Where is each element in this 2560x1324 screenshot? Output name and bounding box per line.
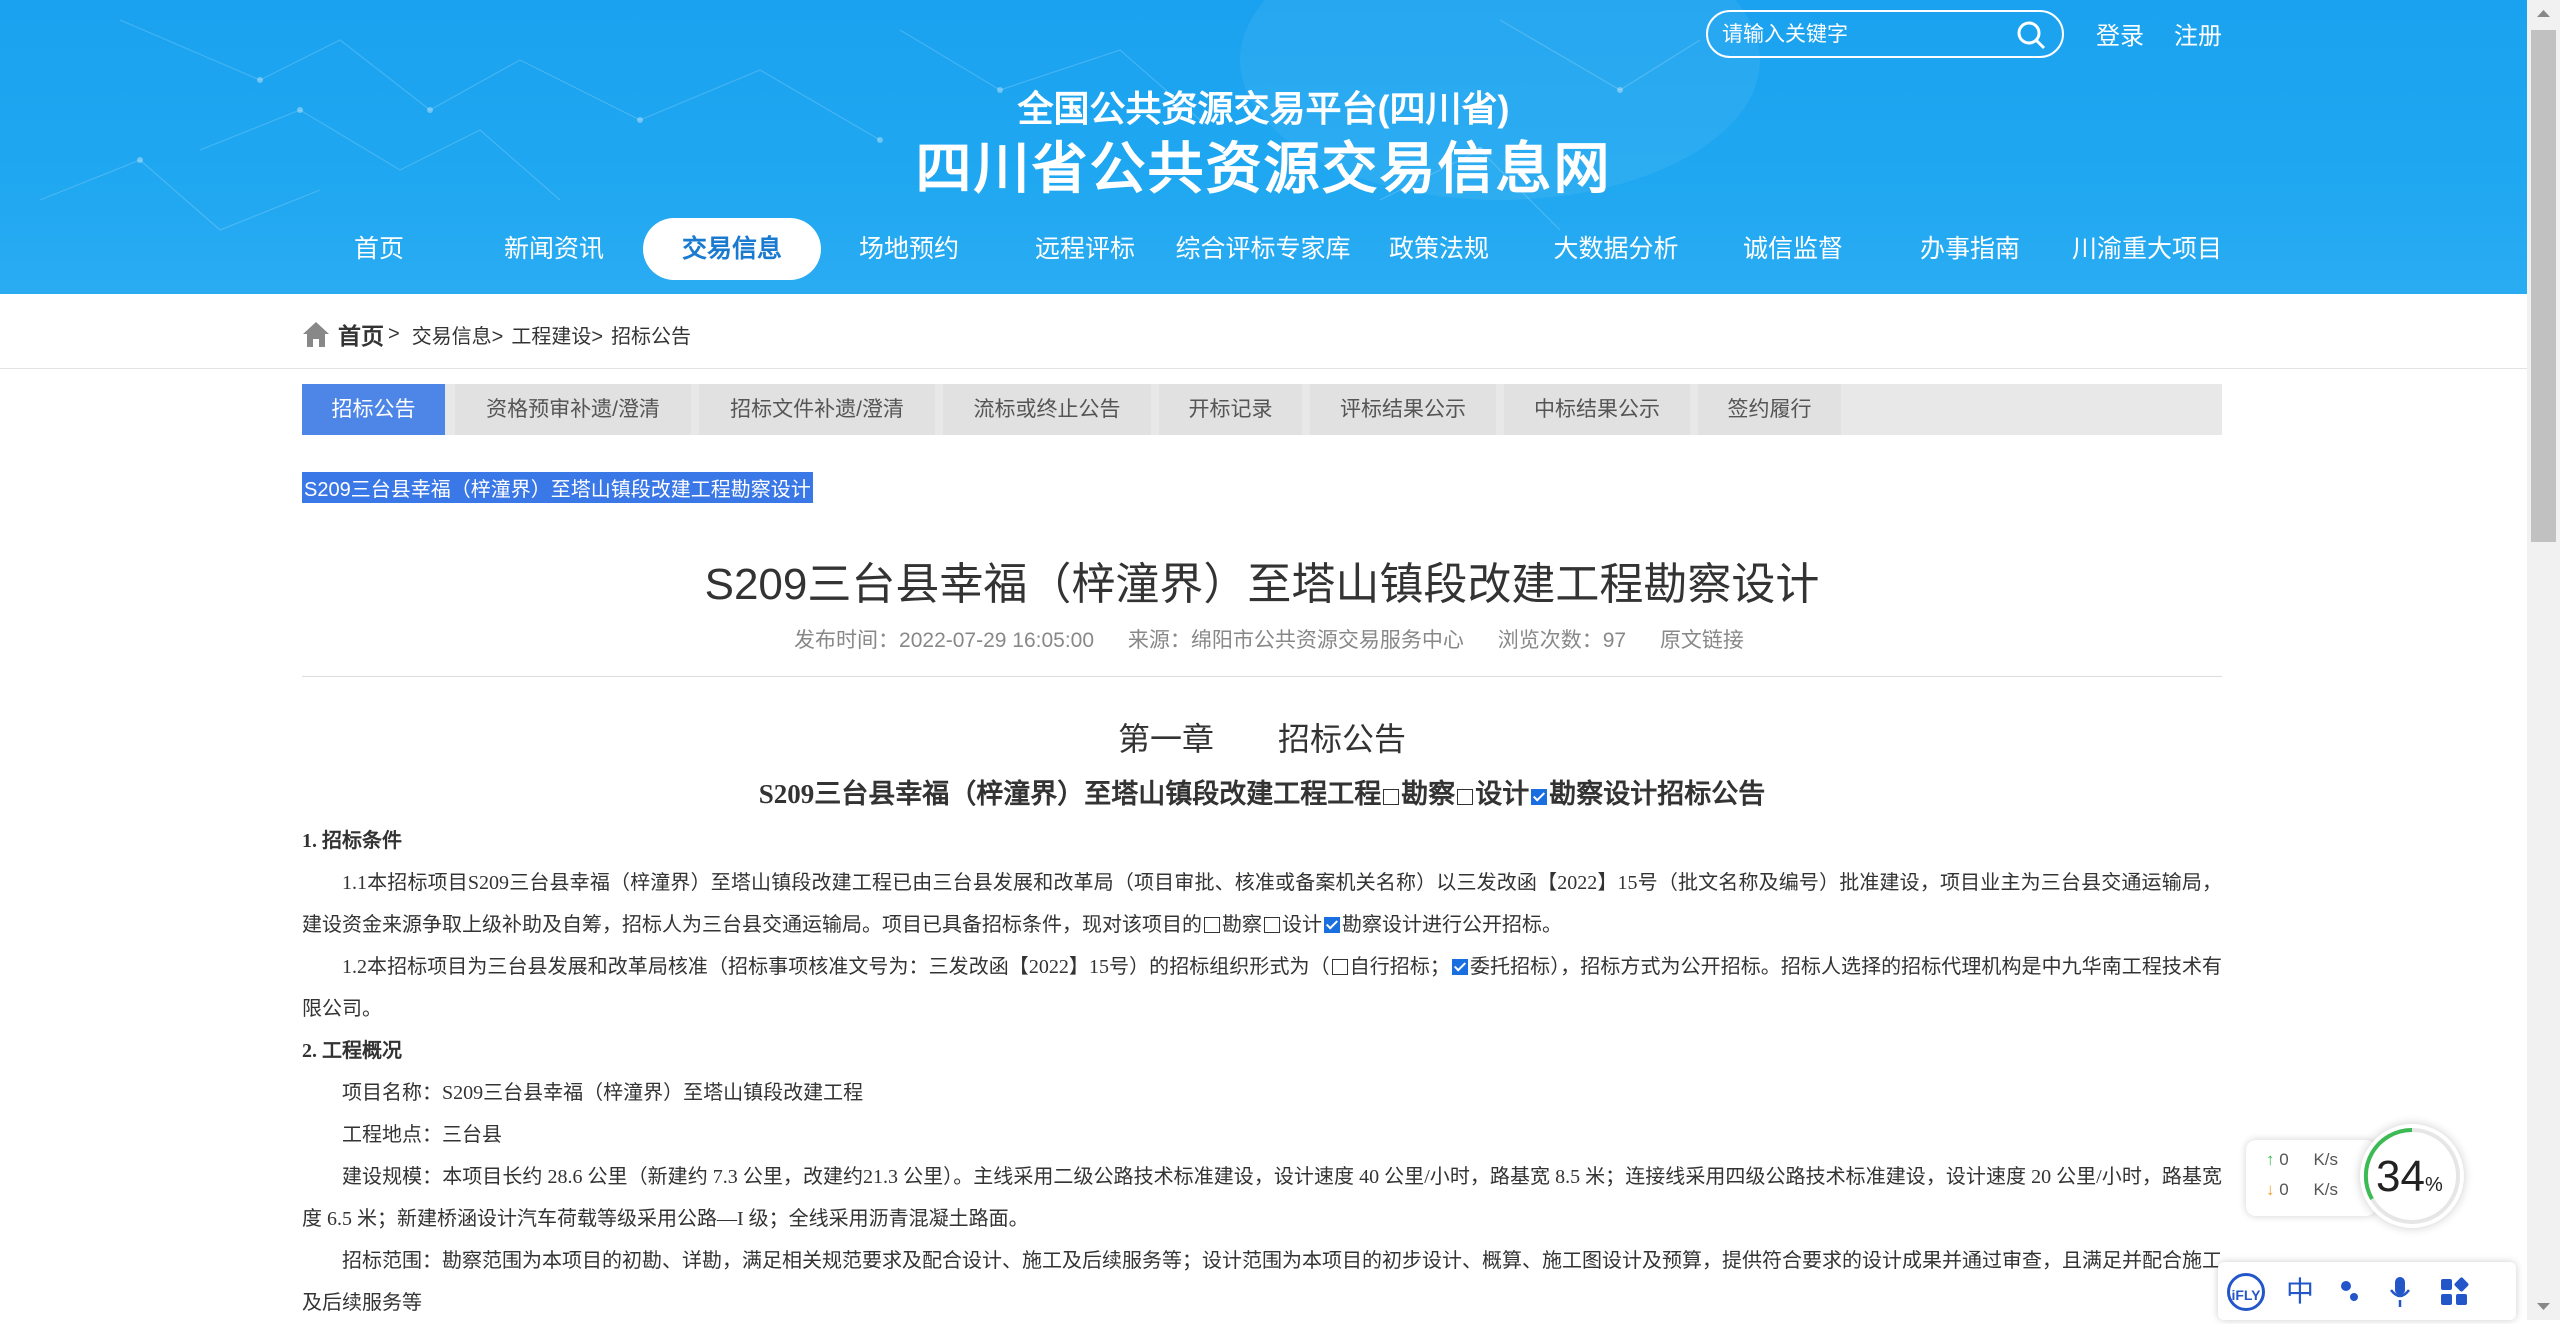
toolbox-grid-icon[interactable] xyxy=(2432,1270,2476,1314)
divider xyxy=(0,368,2527,369)
article-body: 第一章 招标公告 S209三台县幸福（梓潼界）至塔山镇段改建工程工程 勘察 设计 勘察… xyxy=(302,710,2222,1324)
checkbox-unchecked xyxy=(1204,917,1220,933)
paragraph: 1.1本招标项目S209三台县幸福（梓潼界）至塔山镇段改建工程已由三台县发展和改… xyxy=(302,872,2222,936)
breadcrumb: 首页 > 交易信息> 工程建设> 招标公告 xyxy=(302,316,691,352)
breadcrumb-separator: > xyxy=(388,322,400,345)
nav-item-venue-booking[interactable]: 场地预约 xyxy=(820,218,998,280)
tab-failed-terminated[interactable]: 流标或终止公告 xyxy=(943,384,1151,435)
nav-item-news[interactable]: 新闻资讯 xyxy=(465,218,643,280)
tab-contract-performance[interactable]: 签约履行 xyxy=(1698,384,1841,435)
chapter-heading: 第一章 招标公告 xyxy=(1117,721,1406,757)
checkbox-unchecked xyxy=(1331,959,1348,975)
article-meta: 发布时间：2022-07-29 16:05:00 来源：绵阳市公共资源交易服务中… xyxy=(302,624,2222,654)
microphone-icon[interactable] xyxy=(2378,1270,2422,1314)
checkbox-unchecked xyxy=(1264,917,1280,933)
tab-evaluation-result[interactable]: 评标结果公示 xyxy=(1310,384,1496,435)
paragraph: 1.2本招标项目为三台县发展和改革局核准（招标事项核准文号为：三发改函【2022… xyxy=(302,956,2223,1020)
breadcrumb-bid-notice[interactable]: 招标公告 xyxy=(611,320,691,349)
search-input[interactable] xyxy=(1720,20,2014,50)
nav-item-trading-info[interactable]: 交易信息 xyxy=(643,218,821,280)
upload-arrow-icon: ↑ xyxy=(2266,1150,2275,1169)
search-icon[interactable] xyxy=(2016,20,2046,50)
nav-item-home[interactable]: 首页 xyxy=(290,218,468,280)
nav-item-expert-pool[interactable]: 综合评标专家库 xyxy=(1175,218,1351,280)
site-title: 四川省公共资源交易信息网 xyxy=(915,137,1612,200)
download-arrow-icon: ↓ xyxy=(2266,1180,2275,1199)
home-icon xyxy=(303,322,329,347)
nav-item-big-data[interactable]: 大数据分析 xyxy=(1527,218,1705,280)
tab-bid-notice[interactable]: 招标公告 xyxy=(302,384,445,435)
login-link[interactable]: 登录 xyxy=(2096,16,2144,51)
paragraph: 工程地点：三台县 xyxy=(342,1124,502,1146)
nav-item-credit-supervision[interactable]: 诚信监督 xyxy=(1704,218,1882,280)
article-title: S209三台县幸福（梓潼界）至塔山镇段改建工程勘察设计 xyxy=(704,560,1820,609)
checkbox-checked xyxy=(1531,789,1548,805)
search-box[interactable] xyxy=(1706,10,2064,58)
view-count: 浏览次数：97 xyxy=(1497,629,1627,652)
nav-item-remote-evaluation[interactable]: 远程评标 xyxy=(996,218,1174,280)
divider xyxy=(302,676,2222,677)
section-heading: 2. 工程概况 xyxy=(302,1040,402,1062)
checkbox-unchecked xyxy=(1383,789,1400,805)
page-scrollbar[interactable] xyxy=(2527,0,2560,1320)
section-heading: 1. 招标条件 xyxy=(302,830,402,852)
checkbox-checked xyxy=(1324,917,1340,933)
memory-percent-widget[interactable]: 34% xyxy=(2360,1124,2464,1228)
tab-opening-record[interactable]: 开标记录 xyxy=(1159,384,1302,435)
scroll-up-arrow-icon[interactable] xyxy=(2527,0,2560,26)
ime-toolbar: iFLY 中 xyxy=(2218,1262,2516,1320)
publish-time: 发布时间：2022-07-29 16:05:00 xyxy=(794,629,1095,652)
checkbox-checked xyxy=(1451,959,1468,975)
checkbox-unchecked xyxy=(1457,789,1474,805)
punctuation-icon[interactable] xyxy=(2328,1270,2372,1314)
register-link[interactable]: 注册 xyxy=(2174,16,2222,51)
scroll-down-arrow-icon[interactable] xyxy=(2527,1294,2560,1320)
paragraph: 建设规模：本项目长约 28.6 公里（新建约 7.3 公里，改建约21.3 公里… xyxy=(302,1166,2222,1230)
nav-item-service-guide[interactable]: 办事指南 xyxy=(1881,218,2059,280)
scrollbar-thumb[interactable] xyxy=(2531,30,2556,542)
paragraph: 项目名称：S209三台县幸福（梓潼界）至塔山镇段改建工程 xyxy=(342,1082,864,1104)
tab-tender-addendum[interactable]: 招标文件补遗/澄清 xyxy=(699,384,935,435)
selected-title-text[interactable]: S209三台县幸福（梓潼界）至塔山镇段改建工程勘察设计 xyxy=(302,472,813,503)
notice-heading: S209三台县幸福（梓潼界）至塔山镇段改建工程工程 勘察 设计 勘察设计招标公告 xyxy=(758,779,1766,809)
main-nav: 首页 新闻资讯 交易信息 场地预约 远程评标 综合评标专家库 政策法规 大数据分… xyxy=(0,218,2527,280)
original-link[interactable]: 原文链接 xyxy=(1660,629,1744,652)
breadcrumb-construction[interactable]: 工程建设> xyxy=(511,320,603,349)
tab-award-result[interactable]: 中标结果公示 xyxy=(1504,384,1690,435)
breadcrumb-trading-info[interactable]: 交易信息> xyxy=(412,320,504,349)
tab-prequal-addendum[interactable]: 资格预审补遗/澄清 xyxy=(455,384,691,435)
ime-language-toggle[interactable]: 中 xyxy=(2278,1270,2322,1314)
paragraph: 招标范围：勘察范围为本项目的初勘、详勘，满足相关规范要求及配合设计、施工及后续服… xyxy=(302,1250,2222,1314)
nav-item-policies[interactable]: 政策法规 xyxy=(1350,218,1528,280)
source: 来源：绵阳市公共资源交易服务中心 xyxy=(1127,629,1464,652)
category-tabs: 招标公告 资格预审补遗/澄清 招标文件补遗/澄清 流标或终止公告 开标记录 评标… xyxy=(302,384,2222,435)
breadcrumb-home[interactable]: 首页 xyxy=(338,317,384,351)
network-speed-widget[interactable]: ↑ 0 K/s ↓ 0 K/s xyxy=(2246,1140,2376,1216)
nav-item-major-projects[interactable]: 川渝重大项目 xyxy=(2058,218,2236,280)
ifly-logo-icon[interactable]: iFLY xyxy=(2224,1270,2268,1314)
site-header: 登录 注册 全国公共资源交易平台(四川省) 四川省公共资源交易信息网 首页 新闻… xyxy=(0,0,2527,294)
